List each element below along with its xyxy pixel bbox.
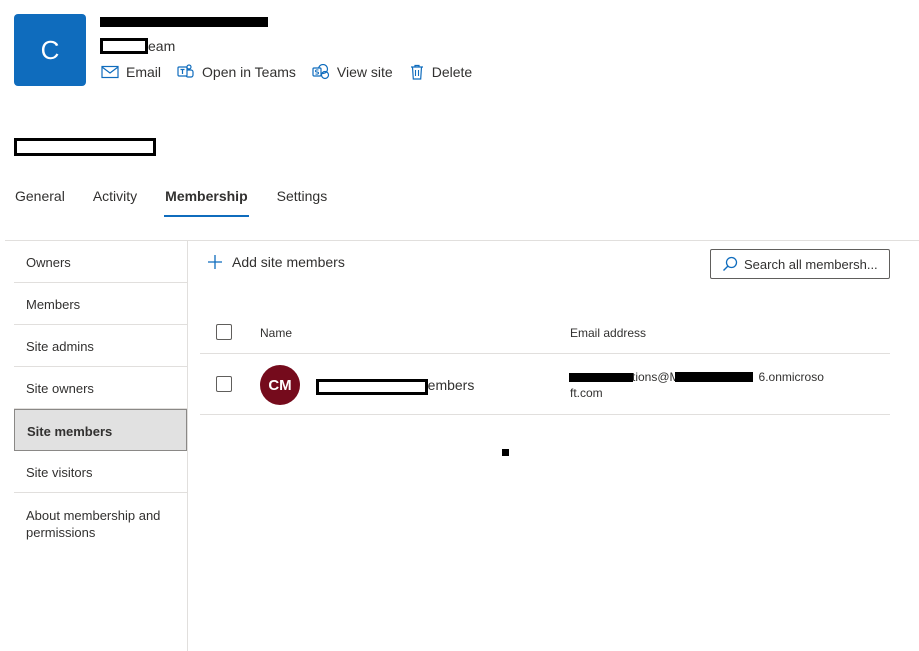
sidebar-item-site-admins[interactable]: Site admins bbox=[14, 325, 187, 367]
tab-general[interactable]: General bbox=[15, 188, 65, 217]
delete-label: Delete bbox=[431, 64, 473, 80]
tab-settings[interactable]: Settings bbox=[277, 188, 328, 217]
sharepoint-icon bbox=[312, 64, 330, 80]
teams-icon bbox=[177, 64, 194, 78]
tab-membership[interactable]: Membership bbox=[164, 188, 249, 217]
tab-activity[interactable]: Activity bbox=[93, 188, 137, 217]
open-in-teams-label: Open in Teams bbox=[202, 64, 296, 80]
sidebar-item-members[interactable]: Members bbox=[14, 283, 187, 325]
member-email-line2: ft.com bbox=[570, 386, 603, 400]
group-subtitle: eam bbox=[100, 38, 175, 54]
stray-redaction-mark bbox=[502, 449, 509, 456]
section-title-redacted bbox=[14, 138, 156, 156]
plus-icon bbox=[208, 255, 222, 269]
header-actions: Email Open in Teams View site Delete bbox=[101, 64, 472, 80]
email-redaction-1 bbox=[569, 373, 633, 382]
select-all-checkbox[interactable] bbox=[216, 324, 232, 340]
sidebar-item-site-owners[interactable]: Site owners bbox=[14, 367, 187, 409]
delete-action[interactable]: Delete bbox=[409, 64, 472, 80]
row-divider bbox=[200, 414, 890, 415]
email-action-label: Email bbox=[126, 64, 162, 80]
member-avatar: CM bbox=[260, 365, 300, 405]
tab-list: General Activity Membership Settings bbox=[15, 188, 355, 217]
search-members-input[interactable]: Search all membersh... bbox=[710, 249, 890, 279]
open-in-teams-action[interactable]: Open in Teams bbox=[177, 64, 296, 80]
group-avatar: C bbox=[14, 14, 86, 86]
member-name-redaction bbox=[316, 379, 428, 395]
sidebar-item-about-membership[interactable]: About membership and permissions bbox=[14, 493, 187, 541]
search-icon bbox=[723, 256, 738, 271]
sidebar-item-owners[interactable]: Owners bbox=[14, 241, 187, 283]
search-placeholder: Search all membersh... bbox=[744, 256, 878, 272]
trash-icon bbox=[410, 64, 423, 80]
membership-sidebar: Owners Members Site admins Site owners S… bbox=[14, 241, 188, 651]
mail-icon bbox=[101, 65, 119, 79]
column-header-name[interactable]: Name bbox=[260, 326, 292, 340]
sidebar-item-site-members[interactable]: Site members bbox=[14, 409, 187, 451]
subtitle-suffix: eam bbox=[148, 38, 176, 54]
row-checkbox[interactable] bbox=[216, 376, 232, 392]
subtitle-redaction bbox=[100, 38, 148, 54]
sidebar-item-site-visitors[interactable]: Site visitors bbox=[14, 451, 187, 493]
email-action[interactable]: Email bbox=[101, 64, 161, 80]
add-site-members-button[interactable]: Add site members bbox=[207, 254, 345, 270]
view-site-action[interactable]: View site bbox=[312, 64, 393, 80]
group-title-redacted bbox=[100, 17, 268, 27]
add-site-members-label: Add site members bbox=[232, 254, 345, 270]
column-header-email[interactable]: Email address bbox=[570, 326, 646, 340]
email-redaction-2 bbox=[675, 372, 753, 382]
view-site-label: View site bbox=[336, 64, 393, 80]
header-divider bbox=[200, 353, 890, 354]
